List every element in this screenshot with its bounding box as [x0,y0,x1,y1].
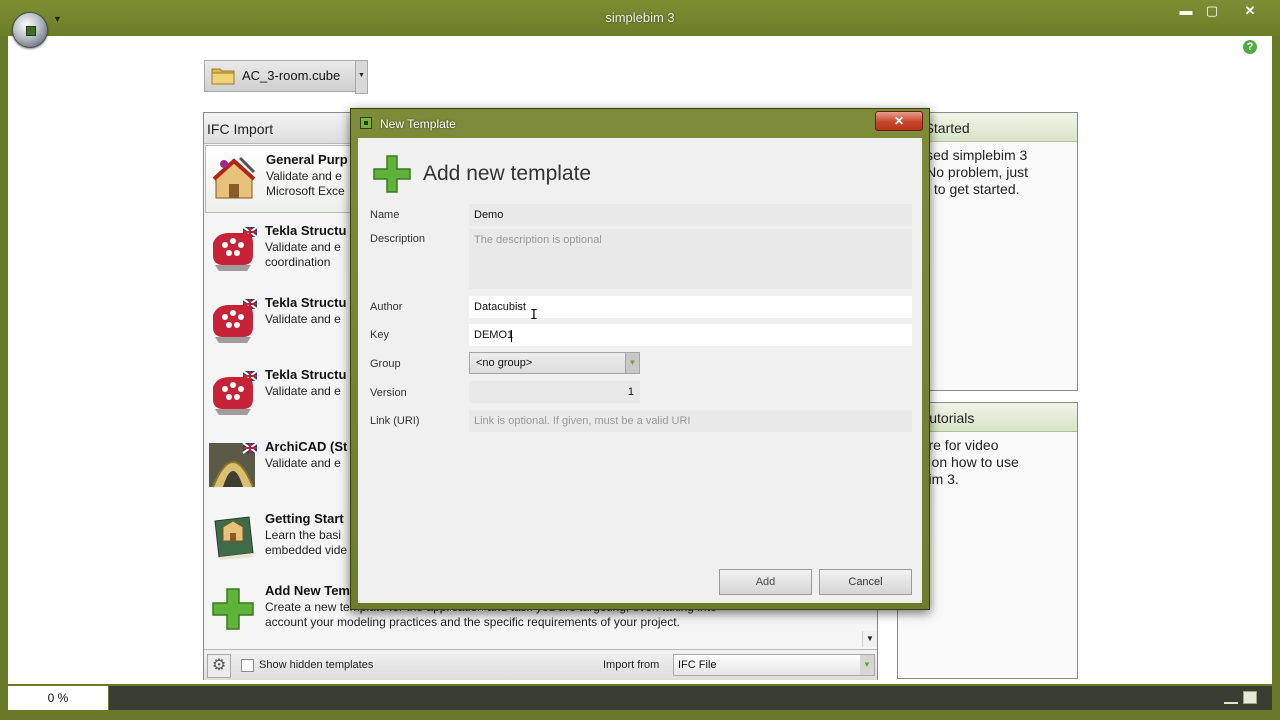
description-input[interactable]: The description is optional [469,229,912,289]
dialog-close-button[interactable]: ✕ [875,111,923,131]
project-name: AC_3-room.cube [242,68,341,83]
window-icon[interactable] [1243,691,1257,704]
chevron-down-icon: ▼ [860,655,874,675]
dialog-titlebar: New Template ✕ [351,109,929,137]
ifc-import-title: IFC Import [207,121,274,137]
project-selector[interactable]: AC_3-room.cube [204,60,356,92]
progress-text: 0 % [47,691,69,705]
ibeam-cursor-icon: I [530,308,538,323]
show-hidden-checkbox[interactable] [241,659,254,672]
ifc-import-footer: ⚙ Show hidden templates Import from IFC … [204,649,877,680]
ribbon-bar [8,36,1272,58]
notification-icon[interactable] [1224,694,1238,704]
chevron-down-icon: ▼ [625,353,639,373]
tekla-icon [213,370,257,415]
cancel-button[interactable]: Cancel [819,569,912,595]
app-menu-orb-icon[interactable] [12,12,48,48]
template-title: Tekla Structu [265,295,347,310]
name-label: Name [370,209,400,221]
tekla-icon [213,226,257,271]
dialog-heading: Add new template [423,162,592,185]
help-icon[interactable]: ? [1243,40,1257,54]
key-label: Key [370,329,389,341]
description-label: Description [370,233,426,245]
minimize-button[interactable]: ▬ [1176,2,1196,19]
version-input[interactable]: 1 [469,381,640,403]
plus-icon [212,588,254,630]
template-title: Tekla Structu [265,223,347,238]
house-tools-icon [212,156,256,199]
author-label: Author [370,301,403,313]
show-hidden-label: Show hidden templates [259,659,374,671]
template-title: Tekla Structu [265,367,347,382]
template-description-line: account your modeling practices and the … [265,615,680,629]
app-icon [360,117,372,129]
dialog-body: Add new template Name Demo Description T… [358,138,922,603]
archicad-icon [209,442,257,488]
close-window-button[interactable]: ✕ [1236,2,1264,19]
new-template-dialog: New Template ✕ Add new template Name Dem… [350,108,930,610]
window-title: simplebim 3 [605,10,675,25]
book-icon [214,516,254,560]
import-from-label: Import from [603,659,660,671]
name-input[interactable]: Demo [469,204,912,226]
gear-icon[interactable]: ⚙ [207,654,231,678]
group-label: Group [370,358,401,370]
import-from-select[interactable]: IFC File ▼ [673,654,875,676]
link-input[interactable]: Link is optional. If given, must be a va… [469,410,912,432]
plus-icon [373,155,411,193]
scroll-down-button[interactable]: ▼ [862,631,877,647]
project-dropdown-button[interactable]: ▼ [355,60,368,94]
import-from-value: IFC File [678,659,717,671]
template-title: General Purp [266,152,348,167]
version-label: Version [370,387,407,399]
dialog-title: New Template [380,117,456,131]
text-caret [511,330,512,342]
group-value: <no group> [476,357,533,369]
add-button[interactable]: Add [719,569,812,595]
template-title: Add New Tem [265,583,350,598]
key-input[interactable]: DEMO1 [469,324,912,346]
group-select[interactable]: <no group> ▼ [469,352,640,374]
template-title: ArchiCAD (St [265,439,348,454]
link-label: Link (URI) [370,415,420,427]
template-title: Getting Start [265,511,344,526]
progress-label-box: 0 % [8,686,108,710]
progress-bar [109,686,1272,710]
window-titlebar: ▼ simplebim 3 ▬ ▢ ✕ [0,0,1280,36]
tekla-icon [213,298,257,343]
maximize-button[interactable]: ▢ [1202,2,1222,19]
folder-icon [211,68,235,85]
